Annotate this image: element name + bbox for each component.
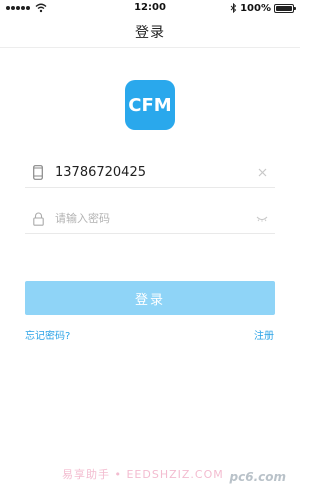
lock-icon [31, 211, 45, 227]
phone-field[interactable] [25, 158, 275, 188]
password-input[interactable] [55, 208, 255, 229]
clear-icon[interactable] [255, 166, 269, 180]
wifi-icon [35, 3, 47, 13]
register-link[interactable]: 注册 [254, 327, 274, 342]
battery-icon [274, 3, 296, 13]
battery-percent: 100% [240, 2, 271, 14]
pc6-watermark: pc6.com [229, 470, 286, 484]
status-left [6, 3, 47, 13]
signal-icon [6, 6, 30, 10]
app-logo: CFM [125, 80, 175, 130]
logo-text: CFM [128, 94, 172, 116]
forgot-password-link[interactable]: 忘记密码? [25, 327, 70, 342]
page-title: 登录 [135, 24, 165, 41]
bluetooth-icon [230, 3, 237, 13]
password-field[interactable] [25, 204, 275, 234]
eye-closed-icon[interactable] [255, 212, 269, 226]
nav-bar: 登录 [0, 16, 300, 48]
status-bar: 12:00 100% [0, 0, 300, 16]
watermark-text: 易享助手 • EEDSHZIZ.COM [62, 468, 224, 481]
status-right: 100% [230, 2, 296, 14]
login-button[interactable]: 登录 [25, 281, 275, 315]
phone-input[interactable] [55, 162, 255, 183]
phone-icon [31, 165, 45, 181]
